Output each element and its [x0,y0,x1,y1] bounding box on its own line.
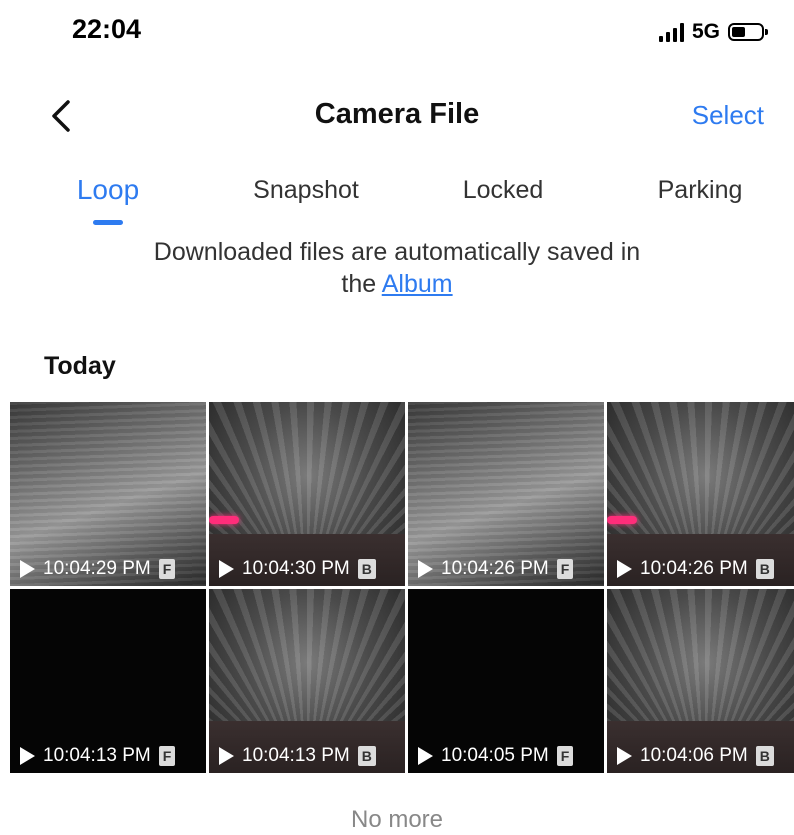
no-more-label: No more [350,806,444,833]
video-thumbnail[interactable]: 10:04:29 PM F [10,402,206,586]
status-bar: 22:04 5G [0,0,794,64]
play-icon [418,747,433,765]
camera-badge: F [556,746,574,766]
camera-badge: B [357,559,376,579]
status-time: 22:04 [72,14,142,44]
video-thumbnail[interactable]: 10:04:06 PM B [607,589,794,773]
tab-loop[interactable]: Loop [77,174,139,206]
video-caption: 10:04:26 PM F [408,552,604,586]
camera-badge: F [158,559,176,579]
video-time: 10:04:30 PM [242,558,350,579]
tab-parking[interactable]: Parking [658,176,743,205]
video-thumbnail[interactable]: 10:04:05 PM F [408,589,604,773]
active-tab-indicator [93,220,123,225]
play-icon [20,747,35,765]
tab-bar: Loop Snapshot Locked Parking [0,170,794,230]
nav-bar: Camera File Select [0,84,794,148]
video-thumbnail[interactable]: 10:04:26 PM B [607,402,794,586]
video-thumbnail[interactable]: 10:04:13 PM B [209,589,405,773]
select-button[interactable]: Select [692,100,764,131]
play-icon [219,560,234,578]
video-time: 10:04:26 PM [640,558,748,579]
status-indicators: 5G [658,18,768,46]
signal-icon [658,22,684,42]
play-icon [617,560,632,578]
notice-line2: the Album [0,268,794,300]
play-icon [418,560,433,578]
video-thumbnail[interactable]: 10:04:13 PM F [10,589,206,773]
video-caption: 10:04:26 PM B [607,552,794,586]
notice-prefix: the [341,270,377,298]
camera-badge: B [755,746,774,766]
video-time: 10:04:26 PM [441,558,549,579]
play-icon [219,747,234,765]
camera-badge: B [357,746,376,766]
video-thumbnail[interactable]: 10:04:30 PM B [209,402,405,586]
video-caption: 10:04:06 PM B [607,739,794,773]
video-caption: 10:04:05 PM F [408,739,604,773]
download-notice: Downloaded files are automatically saved… [0,236,794,300]
battery-icon [728,23,768,41]
video-thumbnail[interactable]: 10:04:26 PM F [408,402,604,586]
video-time: 10:04:13 PM [43,745,151,766]
play-icon [20,560,35,578]
tab-snapshot[interactable]: Snapshot [253,176,359,205]
network-type: 5G [691,20,720,43]
tab-locked[interactable]: Locked [463,176,544,205]
album-link[interactable]: Album [382,270,453,298]
video-time: 10:04:29 PM [43,558,151,579]
page-title: Camera File [314,98,480,130]
video-time: 10:04:13 PM [242,745,350,766]
play-icon [617,747,632,765]
video-caption: 10:04:13 PM B [209,739,405,773]
video-grid: 10:04:29 PM F 10:04:30 PM B 10:04:26 PM … [10,402,794,773]
video-caption: 10:04:30 PM B [209,552,405,586]
camera-badge: B [755,559,774,579]
camera-badge: F [158,746,176,766]
video-caption: 10:04:29 PM F [10,552,206,586]
video-time: 10:04:06 PM [640,745,748,766]
notice-line1: Downloaded files are automatically saved… [153,238,641,266]
video-caption: 10:04:13 PM F [10,739,206,773]
video-time: 10:04:05 PM [441,745,549,766]
camera-badge: F [556,559,574,579]
section-title: Today [44,352,116,380]
